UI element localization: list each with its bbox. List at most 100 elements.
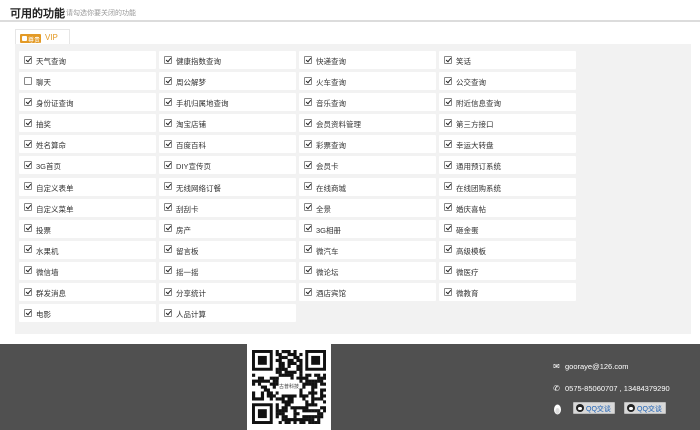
feature-item[interactable]: 公交查询 xyxy=(439,72,576,91)
feature-item[interactable]: 3G首页 xyxy=(19,156,156,175)
feature-item[interactable]: 会员卡 xyxy=(299,156,436,175)
feature-checkbox[interactable] xyxy=(444,160,452,169)
tab-vip[interactable]: 尊贵 VIP xyxy=(15,29,70,45)
feature-item[interactable]: 在线团购系统 xyxy=(439,177,576,196)
feature-checkbox[interactable] xyxy=(304,224,312,233)
feature-item[interactable]: 手机归属地查询 xyxy=(159,93,296,112)
feature-item[interactable]: 淘宝店铺 xyxy=(159,114,296,133)
feature-checkbox[interactable] xyxy=(304,266,312,275)
feature-item[interactable]: 电影 xyxy=(19,304,156,323)
feature-item[interactable]: 在线商城 xyxy=(299,177,436,196)
feature-item[interactable]: 自定义菜单 xyxy=(19,198,156,217)
feature-item[interactable]: 酒店宾馆 xyxy=(299,283,436,302)
feature-item[interactable]: 留言板 xyxy=(159,240,296,259)
feature-checkbox[interactable] xyxy=(444,182,452,191)
feature-item[interactable]: 婚庆喜帖 xyxy=(439,198,576,217)
feature-checkbox[interactable] xyxy=(24,266,32,275)
feature-item[interactable]: 笑话 xyxy=(439,51,576,69)
feature-item[interactable]: 摇一摇 xyxy=(159,261,296,280)
feature-item[interactable]: 人品计算 xyxy=(159,304,296,323)
feature-checkbox[interactable] xyxy=(164,224,172,233)
feature-item[interactable]: 自定义表单 xyxy=(19,177,156,196)
feature-checkbox[interactable] xyxy=(24,118,32,127)
feature-checkbox[interactable] xyxy=(24,245,32,254)
feature-checkbox[interactable] xyxy=(24,55,32,64)
feature-checkbox[interactable] xyxy=(304,160,312,169)
feature-checkbox[interactable] xyxy=(444,118,452,127)
feature-checkbox[interactable] xyxy=(164,55,172,64)
feature-item[interactable]: 彩票查询 xyxy=(299,135,436,154)
feature-item[interactable]: 附近信息查询 xyxy=(439,93,576,112)
feature-checkbox[interactable] xyxy=(164,182,172,191)
feature-item[interactable]: 微论坛 xyxy=(299,261,436,280)
feature-checkbox[interactable] xyxy=(164,266,172,275)
feature-checkbox[interactable] xyxy=(444,266,452,275)
feature-item[interactable]: 分享统计 xyxy=(159,283,296,302)
feature-item[interactable]: 会员资料管理 xyxy=(299,114,436,133)
feature-item[interactable]: 3G相册 xyxy=(299,219,436,238)
feature-checkbox[interactable] xyxy=(304,203,312,212)
feature-checkbox[interactable] xyxy=(304,97,312,106)
feature-checkbox[interactable] xyxy=(444,139,452,148)
feature-item[interactable]: 微汽车 xyxy=(299,240,436,259)
feature-item[interactable]: 聊天 xyxy=(19,72,156,91)
feature-checkbox[interactable] xyxy=(304,55,312,64)
feature-item[interactable]: 快递查询 xyxy=(299,51,436,69)
feature-item[interactable]: 刮刮卡 xyxy=(159,198,296,217)
feature-item[interactable]: 投票 xyxy=(19,219,156,238)
feature-item[interactable]: 姓名算命 xyxy=(19,135,156,154)
feature-item[interactable]: 砸金蛋 xyxy=(439,219,576,238)
feature-checkbox[interactable] xyxy=(304,245,312,254)
qq-chat-button-1[interactable]: QQ交谈 xyxy=(573,402,615,414)
feature-checkbox[interactable] xyxy=(24,308,32,317)
feature-item[interactable]: 水果机 xyxy=(19,240,156,259)
feature-checkbox[interactable] xyxy=(24,224,32,233)
feature-checkbox[interactable] xyxy=(304,76,312,85)
feature-item[interactable]: 微医疗 xyxy=(439,261,576,280)
feature-item[interactable]: 抽奖 xyxy=(19,114,156,133)
feature-item[interactable]: 天气查询 xyxy=(19,51,156,69)
feature-checkbox[interactable] xyxy=(24,287,32,296)
feature-item[interactable]: 第三方接口 xyxy=(439,114,576,133)
feature-checkbox[interactable] xyxy=(304,182,312,191)
feature-checkbox[interactable] xyxy=(24,139,32,148)
feature-checkbox[interactable] xyxy=(444,224,452,233)
feature-checkbox[interactable] xyxy=(164,203,172,212)
feature-item[interactable]: 周公解梦 xyxy=(159,72,296,91)
feature-item[interactable]: 火车查询 xyxy=(299,72,436,91)
feature-checkbox[interactable] xyxy=(304,287,312,296)
feature-checkbox[interactable] xyxy=(164,160,172,169)
feature-item[interactable]: 音乐查询 xyxy=(299,93,436,112)
feature-checkbox[interactable] xyxy=(444,76,452,85)
feature-checkbox[interactable] xyxy=(164,308,172,317)
feature-item[interactable]: DIY宣传页 xyxy=(159,156,296,175)
feature-checkbox[interactable] xyxy=(304,139,312,148)
feature-item[interactable]: 健康指数查询 xyxy=(159,51,296,69)
feature-checkbox[interactable] xyxy=(444,287,452,296)
feature-checkbox[interactable] xyxy=(444,203,452,212)
feature-checkbox[interactable] xyxy=(304,118,312,127)
feature-checkbox[interactable] xyxy=(24,182,32,191)
feature-checkbox[interactable] xyxy=(24,76,32,85)
feature-checkbox[interactable] xyxy=(24,160,32,169)
feature-checkbox[interactable] xyxy=(164,97,172,106)
feature-item[interactable]: 群发消息 xyxy=(19,283,156,302)
feature-item[interactable]: 通用预订系统 xyxy=(439,156,576,175)
feature-checkbox[interactable] xyxy=(164,245,172,254)
feature-item[interactable]: 幸运大转盘 xyxy=(439,135,576,154)
feature-item[interactable]: 高级模板 xyxy=(439,240,576,259)
feature-checkbox[interactable] xyxy=(24,97,32,106)
feature-checkbox[interactable] xyxy=(164,76,172,85)
feature-checkbox[interactable] xyxy=(164,139,172,148)
feature-item[interactable]: 房产 xyxy=(159,219,296,238)
feature-item[interactable]: 无线网络订餐 xyxy=(159,177,296,196)
feature-checkbox[interactable] xyxy=(444,245,452,254)
feature-checkbox[interactable] xyxy=(444,55,452,64)
feature-item[interactable]: 全景 xyxy=(299,198,436,217)
feature-item[interactable]: 百度百科 xyxy=(159,135,296,154)
feature-checkbox[interactable] xyxy=(164,287,172,296)
feature-item[interactable]: 微信墙 xyxy=(19,261,156,280)
qq-chat-button-2[interactable]: QQ交谈 xyxy=(624,402,666,414)
feature-checkbox[interactable] xyxy=(164,118,172,127)
feature-checkbox[interactable] xyxy=(24,203,32,212)
